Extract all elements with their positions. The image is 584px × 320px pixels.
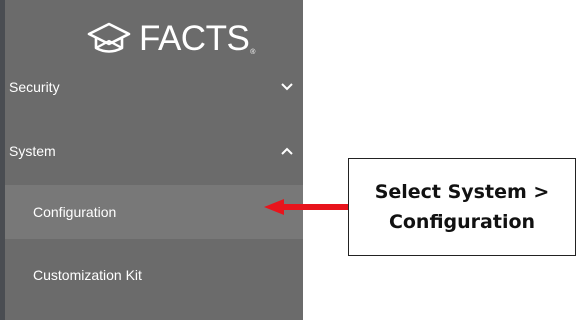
registered-mark: ®: [250, 48, 255, 56]
sidebar-item-label: Security: [9, 79, 60, 95]
logo-text: FACTS®: [139, 18, 255, 58]
sidebar-item-security[interactable]: Security: [5, 72, 303, 102]
graduation-cap-icon: [87, 22, 131, 53]
callout-line-2: Configuration: [388, 211, 536, 233]
red-arrow-icon: [264, 199, 352, 215]
chevron-up-icon: [280, 146, 294, 156]
facts-logo: FACTS®: [85, 18, 255, 58]
sidebar-item-label: Configuration: [33, 204, 117, 220]
instruction-callout: Select System > Configuration: [348, 158, 576, 256]
sidebar-item-customization-kit[interactable]: Customization Kit: [5, 252, 303, 298]
sidebar-item-label: System: [9, 143, 56, 159]
chevron-down-icon: [280, 82, 294, 92]
sidebar-item-label: Customization Kit: [33, 267, 142, 283]
sidebar-item-configuration[interactable]: Configuration: [5, 185, 303, 239]
callout-line-1: Select System >: [374, 181, 550, 203]
sidebar-item-system[interactable]: System: [5, 136, 303, 166]
sidebar: FACTS® Security System Configuration Cus…: [0, 0, 303, 320]
screenshot-stage: FACTS® Security System Configuration Cus…: [0, 0, 584, 320]
